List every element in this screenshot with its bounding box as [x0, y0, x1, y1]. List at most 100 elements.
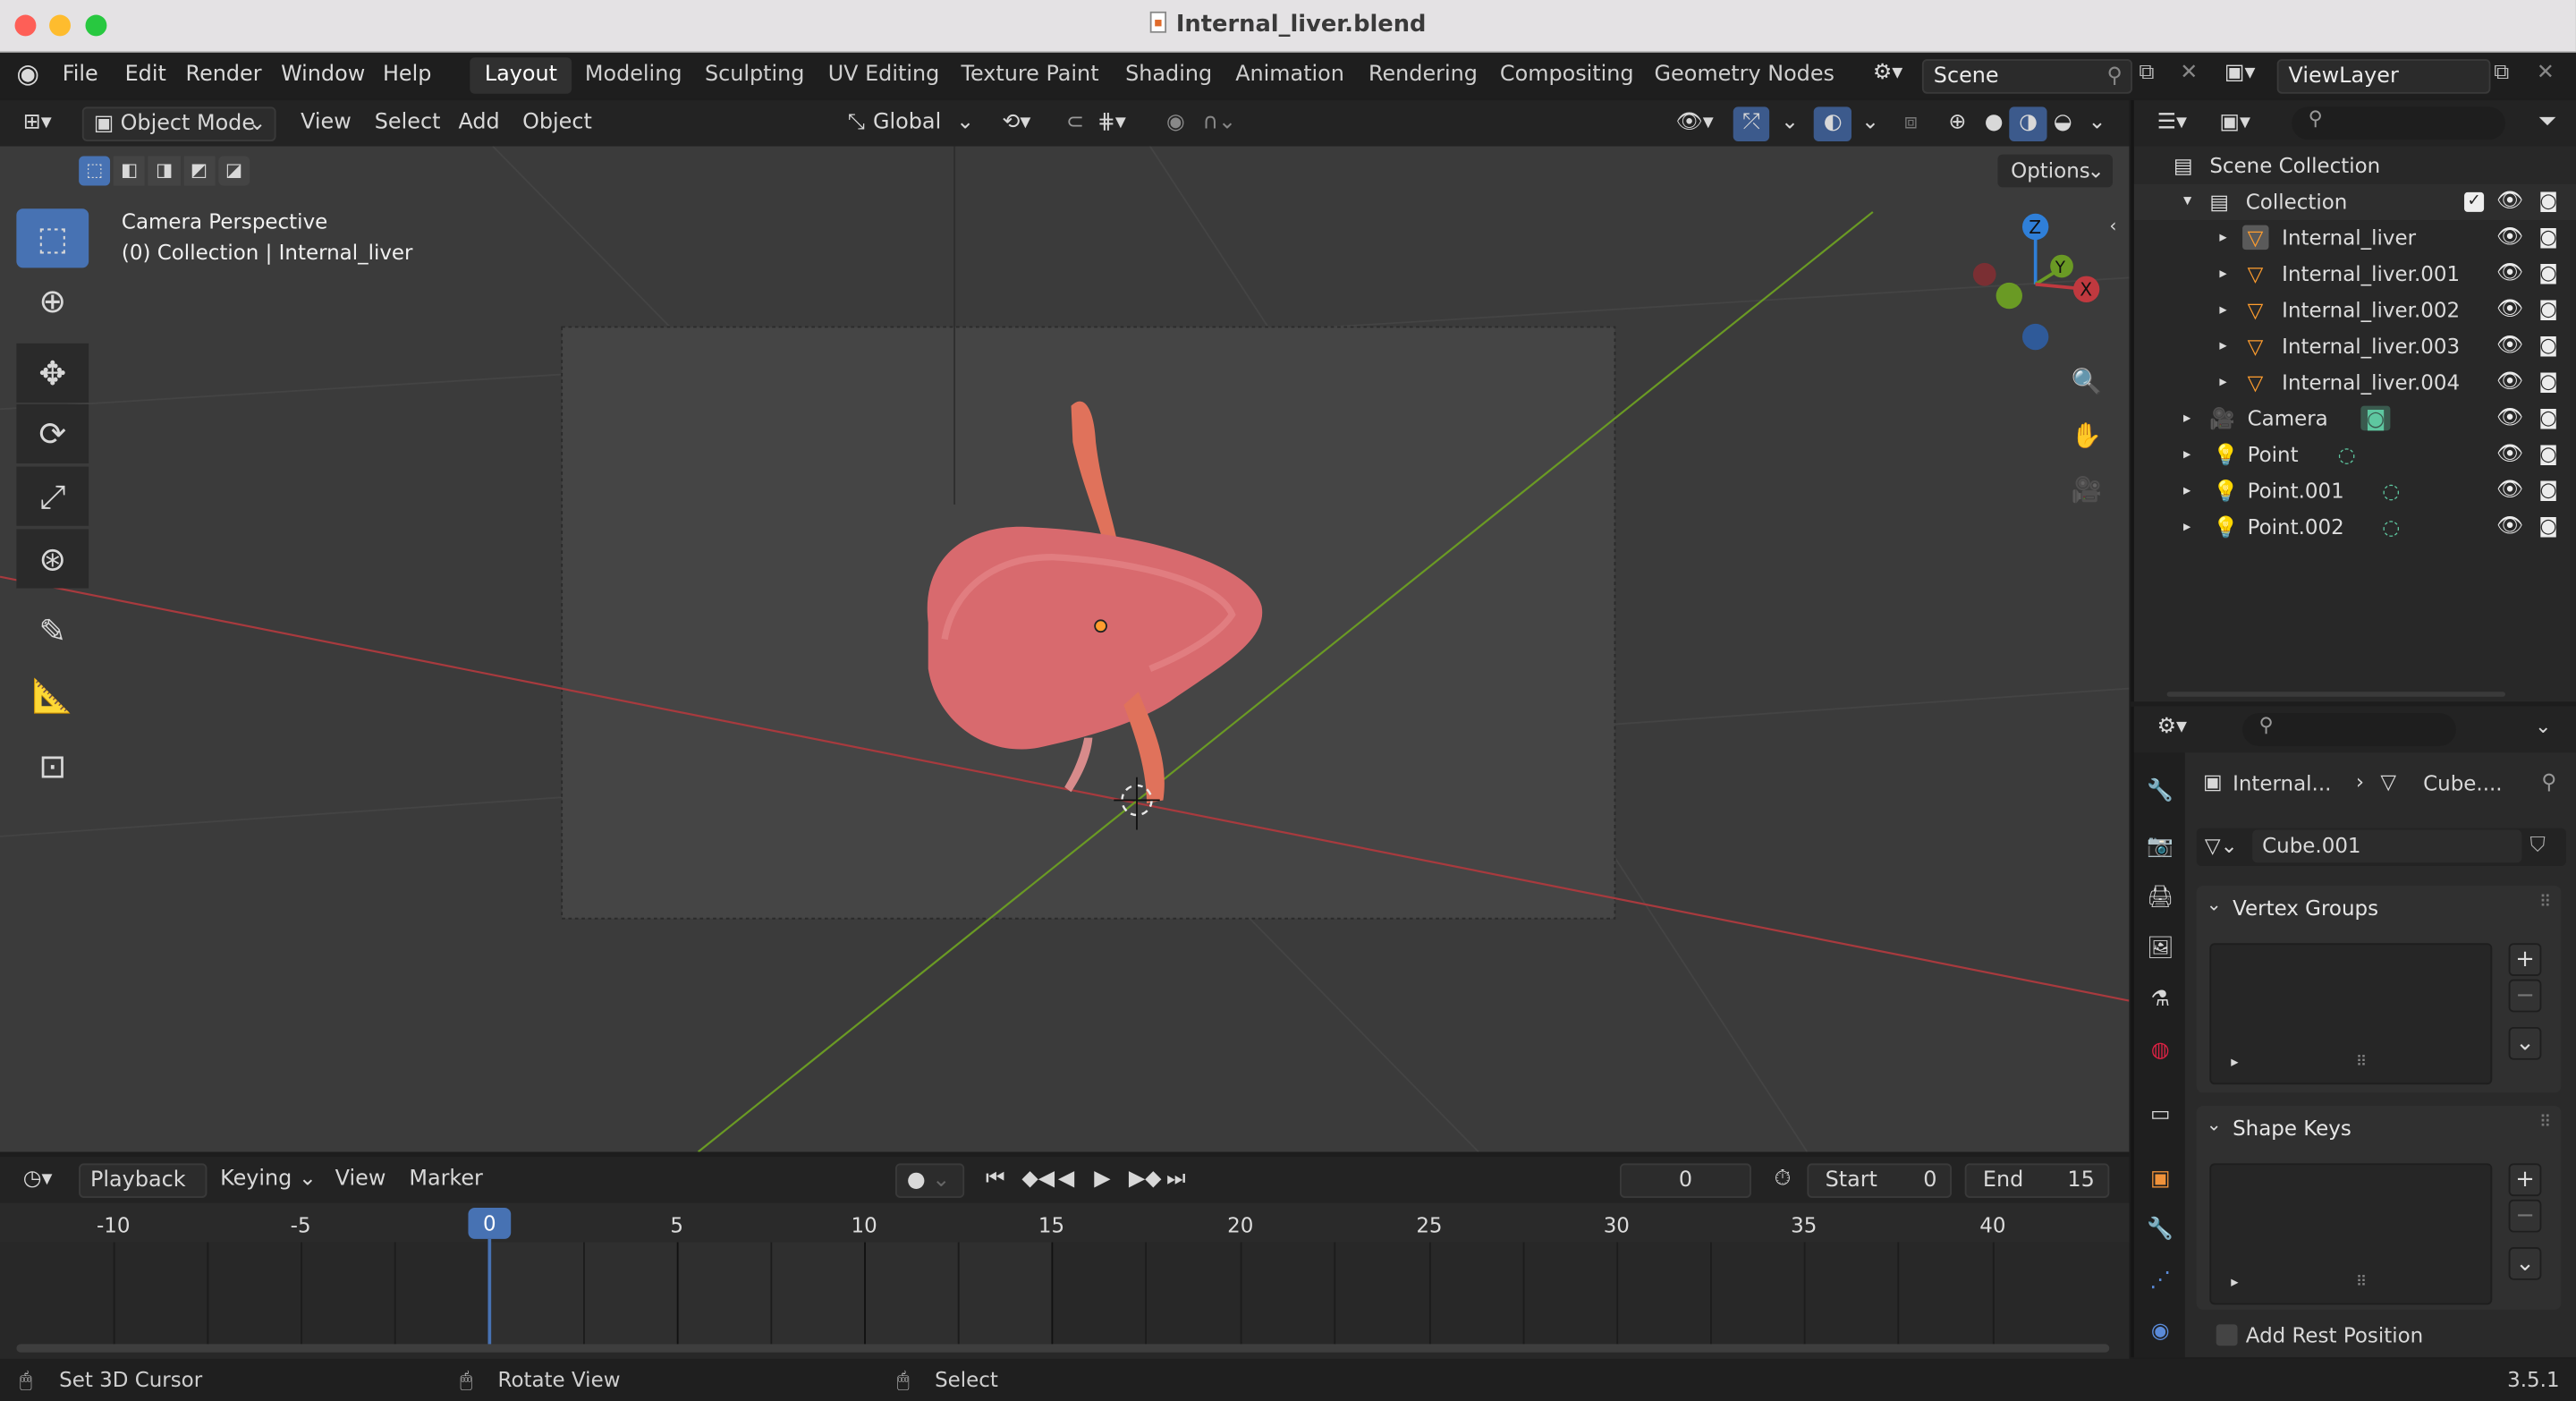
- expand-arrow-icon[interactable]: ▸: [2183, 519, 2190, 535]
- gizmo-dropdown-icon[interactable]: ⌄: [1771, 106, 1809, 141]
- wireframe-shading-icon[interactable]: ⊕: [1938, 106, 1976, 141]
- render-tab-icon[interactable]: 📷: [2146, 835, 2175, 864]
- transform-tool[interactable]: ⊛: [16, 529, 89, 589]
- expand-arrow-icon[interactable]: ▸: [2183, 483, 2190, 499]
- jump-to-start-button[interactable]: ⏮: [976, 1163, 1015, 1198]
- collection-tab-icon[interactable]: ▭: [2146, 1102, 2175, 1132]
- sidebar-toggle-icon[interactable]: ‹: [2109, 216, 2116, 237]
- workspace-tab-geometry-nodes[interactable]: Geometry Nodes: [1640, 57, 1849, 93]
- shape-key-specials-button[interactable]: ⌄: [2508, 1247, 2542, 1280]
- outliner-item-point-001[interactable]: ▸ 💡 Point.001 ◌ 👁 ◙: [2134, 473, 2576, 509]
- play-reverse-button[interactable]: ◀: [1048, 1163, 1084, 1198]
- start-frame-field[interactable]: Start 0: [1807, 1163, 1952, 1198]
- expand-arrow-icon[interactable]: ▾: [2183, 192, 2191, 210]
- expand-arrow-icon[interactable]: ▸: [2183, 411, 2190, 427]
- new-view-layer-icon[interactable]: ⧉: [2494, 61, 2509, 86]
- render-camera-icon[interactable]: ◙: [2538, 297, 2557, 320]
- falloff-icon[interactable]: ∩⌄: [1192, 106, 1246, 141]
- outliner-item-internal-liver[interactable]: ▸ ▽ Internal_liver 👁 ◙: [2134, 220, 2576, 256]
- outliner-row-scene-collection[interactable]: ▤ Scene Collection: [2134, 148, 2576, 183]
- menu-file[interactable]: File: [63, 63, 98, 88]
- snap-target-icon[interactable]: ⋕▾: [1088, 106, 1136, 141]
- drag-handle-icon[interactable]: ⠿: [2539, 894, 2551, 912]
- outliner-item-internal-liver-001[interactable]: ▸ ▽ Internal_liver.001 👁 ◙: [2134, 257, 2576, 293]
- visibility-eye-icon[interactable]: 👁: [2496, 478, 2523, 503]
- workspace-tab-rendering[interactable]: Rendering: [1353, 57, 1492, 93]
- render-camera-icon[interactable]: ◙: [2538, 406, 2557, 429]
- collapse-arrow-icon[interactable]: ⌄: [2207, 894, 2222, 915]
- filter-icon[interactable]: ⏷: [2538, 108, 2557, 134]
- solid-shading-icon[interactable]: ●: [1975, 106, 2013, 141]
- light-data-icon[interactable]: ◌: [2382, 478, 2400, 503]
- expand-arrow-icon[interactable]: ▸: [2219, 302, 2226, 318]
- modifiers-tab-icon[interactable]: 🔧: [2146, 1218, 2175, 1247]
- viewport-menu-add[interactable]: Add: [448, 106, 509, 141]
- select-box-tool[interactable]: ⬚: [16, 208, 89, 268]
- select-extend-icon[interactable]: ◧: [114, 156, 146, 186]
- add-cube-tool[interactable]: ⊡: [16, 736, 89, 795]
- visibility-eye-icon[interactable]: 👁: [2496, 369, 2523, 395]
- visibility-eye-icon[interactable]: 👁: [2496, 442, 2523, 467]
- cursor-tool[interactable]: ⊕: [16, 271, 89, 330]
- tool-tab-icon[interactable]: 🔧: [2146, 779, 2175, 809]
- outliner-item-internal-liver-003[interactable]: ▸ ▽ Internal_liver.003 👁 ◙: [2134, 328, 2576, 364]
- camera-data-icon[interactable]: ◙: [2360, 405, 2391, 431]
- workspace-tab-animation[interactable]: Animation: [1221, 57, 1360, 93]
- expand-arrow-icon[interactable]: ▸: [2219, 230, 2226, 246]
- expand-arrow-icon[interactable]: ▸: [2219, 338, 2226, 354]
- outliner-item-point[interactable]: ▸ 💡 Point ◌ 👁 ◙: [2134, 437, 2576, 473]
- measure-tool[interactable]: 📐: [16, 666, 89, 725]
- current-frame-indicator[interactable]: 0: [468, 1207, 512, 1239]
- menu-render[interactable]: Render: [186, 63, 262, 88]
- visibility-eye-icon[interactable]: 👁: [2496, 406, 2523, 431]
- outliner-item-internal-liver-002[interactable]: ▸ ▽ Internal_liver.002 👁 ◙: [2134, 293, 2576, 328]
- add-rest-position-checkbox[interactable]: [2216, 1324, 2238, 1346]
- render-camera-icon[interactable]: ◙: [2538, 442, 2557, 465]
- workspace-tab-compositing[interactable]: Compositing: [1485, 57, 1648, 93]
- timeline-menu-marker[interactable]: Marker: [399, 1163, 493, 1198]
- render-camera-icon[interactable]: ◙: [2538, 225, 2557, 249]
- properties-options-icon[interactable]: ⌄: [2535, 715, 2551, 738]
- resize-handle-icon[interactable]: ⠿: [2356, 1055, 2367, 1071]
- object-tab-icon[interactable]: ▣: [2146, 1167, 2175, 1196]
- end-frame-field[interactable]: End 15: [1964, 1163, 2110, 1198]
- mesh-datablock-selector[interactable]: ▽⌄ Cube.001 ⛉: [2196, 828, 2566, 866]
- expand-arrow-icon[interactable]: ▸: [2219, 375, 2226, 391]
- render-camera-icon[interactable]: ◙: [2538, 369, 2557, 393]
- rendered-shading-icon[interactable]: ◒: [2044, 106, 2082, 141]
- particles-tab-icon[interactable]: ⋰: [2146, 1269, 2175, 1298]
- select-subtract-icon[interactable]: ◨: [148, 156, 181, 186]
- preview-range-clock-icon[interactable]: ⏱: [1765, 1163, 1801, 1198]
- remove-shape-key-button[interactable]: −: [2508, 1199, 2542, 1233]
- remove-vertex-group-button[interactable]: −: [2508, 979, 2542, 1013]
- playhead-line[interactable]: [487, 1238, 492, 1348]
- select-invert-icon[interactable]: ◩: [182, 156, 216, 186]
- outliner-item-camera[interactable]: ▸ 🎥 Camera ◙ 👁 ◙: [2134, 401, 2576, 437]
- shape-keys-list[interactable]: ▸ ⠿: [2209, 1163, 2493, 1305]
- auto-keying-toggle[interactable]: ● ⌄: [895, 1163, 965, 1198]
- vertex-groups-list[interactable]: ▸ ⠿: [2209, 943, 2493, 1085]
- outliner-item-point-002[interactable]: ▸ 💡 Point.002 ◌ 👁 ◙: [2134, 509, 2576, 545]
- pan-hand-icon[interactable]: ✋: [2065, 414, 2108, 457]
- render-camera-icon[interactable]: ◙: [2538, 478, 2557, 501]
- pivot-point-icon[interactable]: ⟲▾: [992, 106, 1040, 141]
- object-mode-dropdown[interactable]: ▣ Object Mode ⌄: [81, 106, 276, 141]
- workspace-tab-layout[interactable]: Layout: [470, 57, 572, 94]
- rotate-tool[interactable]: ⟳: [16, 403, 89, 463]
- fake-user-shield-icon[interactable]: ⛉: [2530, 831, 2546, 857]
- outliner-scrollbar[interactable]: [2166, 692, 2505, 697]
- render-camera-icon[interactable]: ◙: [2538, 334, 2557, 357]
- viewport-menu-select[interactable]: Select: [365, 106, 451, 141]
- world-tab-icon[interactable]: ◍: [2146, 1039, 2175, 1068]
- select-intersect-icon[interactable]: ◪: [217, 156, 250, 186]
- workspace-tab-texture-paint[interactable]: Texture Paint: [946, 57, 1114, 93]
- collapse-arrow-icon[interactable]: ⌄: [2207, 1114, 2222, 1135]
- render-camera-icon[interactable]: ◙: [2538, 261, 2557, 284]
- jump-to-end-button[interactable]: ⏭: [1157, 1163, 1196, 1198]
- physics-tab-icon[interactable]: ◉: [2146, 1320, 2175, 1349]
- navigation-gizmo[interactable]: Z Y X: [1963, 212, 2111, 360]
- new-scene-icon[interactable]: ⧉: [2139, 61, 2154, 86]
- add-rest-position-row[interactable]: Add Rest Position: [2213, 1321, 2541, 1351]
- menu-edit[interactable]: Edit: [125, 63, 166, 88]
- delete-scene-icon[interactable]: ✕: [2180, 61, 2198, 86]
